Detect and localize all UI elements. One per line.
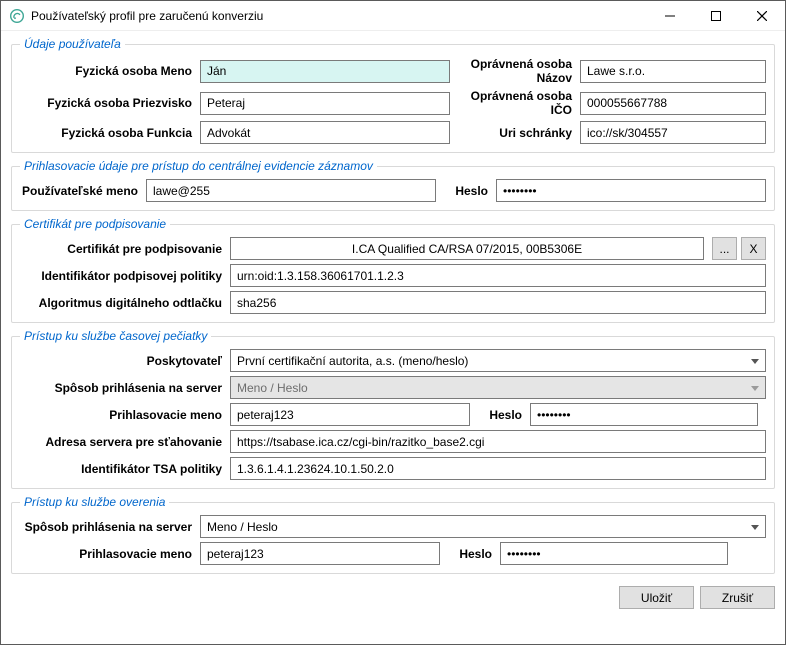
label-tsa-provider: Poskytovateľ <box>20 354 230 368</box>
title-bar: Používateľský profil pre zaručenú konver… <box>1 1 785 31</box>
label-policy-id: Identifikátor podpisovej politiky <box>20 269 230 283</box>
client-area: Údaje používateľa Fyzická osoba Meno Opr… <box>1 31 785 644</box>
label-tsa-password: Heslo <box>470 408 530 422</box>
label-uri: Uri schránky <box>450 126 580 140</box>
label-tsa-login-name: Prihlasovacie meno <box>20 408 230 422</box>
minimize-button[interactable] <box>647 1 693 31</box>
verify-password-field[interactable] <box>500 542 728 565</box>
label-tsa-server: Adresa servera pre sťahovanie <box>20 435 230 449</box>
login-username-field[interactable] <box>146 179 436 202</box>
legend-verify: Prístup ku službe overenia <box>20 495 169 509</box>
label-tsa-policy: Identifikátor TSA politiky <box>20 462 230 476</box>
label-auth-ico: Oprávnená osoba IČO <box>450 89 580 117</box>
legend-cert: Certifikát pre podpisovanie <box>20 217 170 231</box>
function-field[interactable] <box>200 121 450 144</box>
label-first-name: Fyzická osoba Meno <box>20 64 200 78</box>
app-icon <box>9 8 25 24</box>
auth-ico-field[interactable] <box>580 92 766 115</box>
label-tsa-login-method: Spôsob prihlásenia na server <box>20 381 230 395</box>
tsa-server-field[interactable] <box>230 430 766 453</box>
cert-display-field <box>230 237 704 260</box>
tsa-login-name-field[interactable] <box>230 403 470 426</box>
dialog-window: Používateľský profil pre zaručenú konver… <box>0 0 786 645</box>
save-button[interactable]: Uložiť <box>619 586 694 609</box>
label-last-name: Fyzická osoba Priezvisko <box>20 96 200 110</box>
label-verify-login-method: Spôsob prihlásenia na server <box>20 520 200 534</box>
policy-id-field[interactable] <box>230 264 766 287</box>
label-auth-name: Oprávnená osoba Názov <box>450 57 580 85</box>
group-verify: Prístup ku službe overenia Spôsob prihlá… <box>11 495 775 574</box>
uri-field[interactable] <box>580 121 766 144</box>
label-verify-password: Heslo <box>440 547 500 561</box>
label-verify-login-name: Prihlasovacie meno <box>20 547 200 561</box>
group-tsa: Prístup ku službe časovej pečiatky Posky… <box>11 329 775 489</box>
cancel-button[interactable]: Zrušiť <box>700 586 775 609</box>
auth-name-field[interactable] <box>580 60 766 83</box>
label-login-username: Používateľské meno <box>20 184 146 198</box>
maximize-button[interactable] <box>693 1 739 31</box>
legend-tsa: Prístup ku službe časovej pečiatky <box>20 329 211 343</box>
tsa-password-field[interactable] <box>530 403 758 426</box>
login-password-field[interactable] <box>496 179 766 202</box>
group-cert: Certifikát pre podpisovanie Certifikát p… <box>11 217 775 323</box>
group-user-data: Údaje používateľa Fyzická osoba Meno Opr… <box>11 37 775 153</box>
label-login-password: Heslo <box>436 184 496 198</box>
tsa-policy-field[interactable] <box>230 457 766 480</box>
label-function: Fyzická osoba Funkcia <box>20 126 200 140</box>
dialog-footer: Uložiť Zrušiť <box>11 580 775 609</box>
digest-alg-field[interactable] <box>230 291 766 314</box>
legend-user-data: Údaje používateľa <box>20 37 125 51</box>
verify-login-method-combo[interactable]: Meno / Heslo <box>200 515 766 538</box>
tsa-login-method-combo: Meno / Heslo <box>230 376 766 399</box>
cert-browse-button[interactable]: ... <box>712 237 737 260</box>
window-title: Používateľský profil pre zaručenú konver… <box>31 9 263 23</box>
legend-login: Prihlasovacie údaje pre prístup do centr… <box>20 159 377 173</box>
cert-clear-button[interactable]: X <box>741 237 766 260</box>
tsa-provider-combo[interactable]: První certifikační autorita, a.s. (meno/… <box>230 349 766 372</box>
verify-login-name-field[interactable] <box>200 542 440 565</box>
last-name-field[interactable] <box>200 92 450 115</box>
label-digest-alg: Algoritmus digitálneho odtlačku <box>20 296 230 310</box>
first-name-field[interactable] <box>200 60 450 83</box>
label-cert: Certifikát pre podpisovanie <box>20 242 230 256</box>
group-login: Prihlasovacie údaje pre prístup do centr… <box>11 159 775 211</box>
close-button[interactable] <box>739 1 785 31</box>
